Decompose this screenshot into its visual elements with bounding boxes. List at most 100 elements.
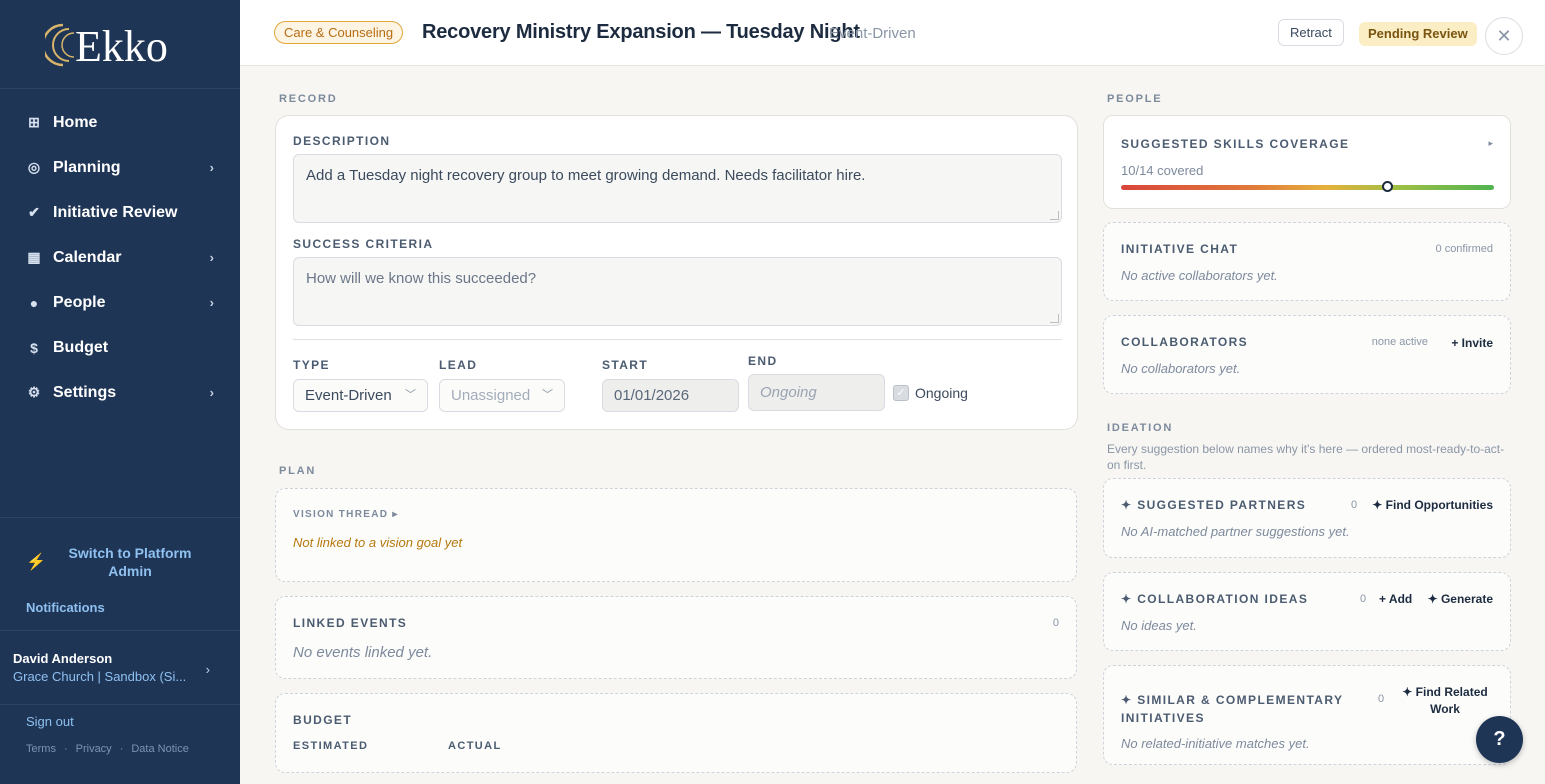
end-label: END bbox=[748, 354, 778, 368]
description-field[interactable]: Add a Tuesday night recovery group to me… bbox=[293, 154, 1062, 223]
sign-out-link[interactable]: Sign out bbox=[26, 714, 74, 729]
end-date-input[interactable]: Ongoing bbox=[748, 374, 885, 411]
sidebar-item-label: Calendar bbox=[53, 248, 122, 266]
suggested-partners-count: 0 bbox=[1351, 499, 1358, 511]
resize-handle-icon[interactable] bbox=[1050, 314, 1059, 323]
sidebar-item-calendar[interactable]: ▦ Calendar › bbox=[0, 235, 240, 280]
svg-text:Ekko: Ekko bbox=[75, 22, 168, 69]
expand-caret-icon[interactable]: ▸ bbox=[1488, 138, 1493, 149]
separator: · bbox=[119, 743, 124, 755]
end-date-placeholder: Ongoing bbox=[760, 384, 817, 401]
sidebar-item-label: People bbox=[53, 293, 106, 311]
notifications-link[interactable]: Notifications bbox=[0, 580, 240, 615]
lead-select[interactable]: Unassigned ﹀ bbox=[439, 379, 565, 412]
linked-events-label: LINKED EVENTS bbox=[293, 616, 408, 630]
linked-events-card: LINKED EVENTS 0 No events linked yet. bbox=[275, 596, 1077, 679]
success-criteria-field[interactable]: How will we know this succeeded? bbox=[293, 257, 1062, 326]
similar-initiatives-empty: No related-initiative matches yet. bbox=[1121, 736, 1310, 751]
chevron-down-icon: ﹀ bbox=[405, 389, 416, 401]
invite-button[interactable]: + Invite bbox=[1451, 336, 1493, 350]
close-button[interactable]: ✕ bbox=[1485, 17, 1523, 55]
ongoing-label: Ongoing bbox=[915, 385, 968, 401]
switch-admin-label: Switch to Platform Admin bbox=[68, 545, 192, 579]
initiative-chat-empty: No active collaborators yet. bbox=[1121, 268, 1278, 283]
skills-coverage-marker bbox=[1382, 181, 1394, 192]
skills-coverage-text: 10/14 covered bbox=[1121, 163, 1204, 178]
chevron-right-icon: › bbox=[209, 385, 214, 400]
terms-link[interactable]: Terms bbox=[26, 743, 56, 755]
collaborators-card: COLLABORATORS none active + Invite No co… bbox=[1103, 315, 1511, 394]
add-idea-button[interactable]: + Add bbox=[1379, 592, 1412, 606]
chevron-right-icon: › bbox=[205, 662, 210, 677]
collaboration-ideas-count: 0 bbox=[1360, 593, 1367, 605]
grid-icon: ⊞ bbox=[28, 114, 40, 130]
find-related-work-button[interactable]: ✦ Find Related Work bbox=[1397, 684, 1493, 718]
initiative-chat-label: INITIATIVE CHAT bbox=[1121, 242, 1239, 256]
sidebar-item-label: Settings bbox=[53, 383, 117, 401]
legal-links: Terms · Privacy · Data Notice bbox=[26, 743, 189, 755]
vision-thread-empty: Not linked to a vision goal yet bbox=[293, 535, 463, 550]
budget-label: BUDGET bbox=[293, 713, 353, 727]
type-value: Event-Driven bbox=[305, 387, 392, 404]
dollar-icon: $ bbox=[30, 339, 38, 356]
plan-section-label: PLAN bbox=[279, 465, 317, 477]
people-section-label: PEOPLE bbox=[1107, 93, 1163, 105]
check-icon: ✔ bbox=[28, 204, 40, 220]
collaborators-label: COLLABORATORS bbox=[1121, 335, 1249, 349]
page-subtitle: Event-Driven bbox=[829, 25, 916, 42]
status-badge: Pending Review bbox=[1359, 22, 1477, 46]
lead-label: LEAD bbox=[439, 358, 478, 372]
brand-logo[interactable]: Ekko bbox=[0, 0, 240, 89]
linked-events-count: 0 bbox=[1052, 617, 1059, 629]
data-notice-link[interactable]: Data Notice bbox=[131, 743, 188, 755]
page-title: Recovery Ministry Expansion — Tuesday Ni… bbox=[422, 21, 860, 43]
sidebar-item-people[interactable]: ● People › bbox=[0, 280, 240, 325]
help-button[interactable]: ? bbox=[1476, 716, 1523, 763]
switch-admin-button[interactable]: ⚡ Switch to Platform Admin bbox=[0, 518, 240, 580]
similar-initiatives-card: ✦ SIMILAR & COMPLEMENTARY INITIATIVES 0 … bbox=[1103, 665, 1511, 765]
start-date-input[interactable]: 01/01/2026 bbox=[602, 379, 739, 412]
collaborators-status: none active bbox=[1371, 336, 1428, 348]
ideation-section-label: IDEATION bbox=[1107, 422, 1174, 434]
calendar-icon: ▦ bbox=[27, 249, 41, 265]
initiative-chat-count: 0 confirmed bbox=[1435, 243, 1493, 255]
find-opportunities-button[interactable]: ✦ Find Opportunities bbox=[1372, 498, 1493, 512]
sidebar-item-home[interactable]: ⊞ Home bbox=[0, 100, 240, 145]
record-card: DESCRIPTION Add a Tuesday night recovery… bbox=[275, 115, 1078, 430]
similar-initiatives-count: 0 bbox=[1378, 693, 1385, 705]
start-date-value: 01/01/2026 bbox=[614, 387, 690, 404]
sidebar-footer: ⚡ Switch to Platform Admin Notifications bbox=[0, 517, 240, 615]
ongoing-checkbox[interactable]: ✓ bbox=[893, 385, 909, 401]
collaboration-ideas-card: ✦ COLLABORATION IDEAS 0 + Add ✦ Generate… bbox=[1103, 572, 1511, 651]
vision-thread-card: VISION THREAD ▸ Not linked to a vision g… bbox=[275, 488, 1077, 582]
sidebar-item-settings[interactable]: ⚙ Settings › bbox=[0, 370, 240, 415]
skills-coverage-label: SUGGESTED SKILLS COVERAGE bbox=[1121, 137, 1350, 151]
success-criteria-placeholder: How will we know this succeeded? bbox=[306, 270, 537, 287]
sidebar-item-label: Planning bbox=[53, 158, 121, 176]
skills-coverage-bar bbox=[1121, 185, 1494, 190]
collaboration-ideas-label: ✦ COLLABORATION IDEAS bbox=[1121, 592, 1309, 606]
sidebar-item-planning[interactable]: ◎ Planning › bbox=[0, 145, 240, 190]
sidebar-item-initiative-review[interactable]: ✔ Initiative Review bbox=[0, 190, 240, 235]
ideation-intro: Every suggestion below names why it's he… bbox=[1107, 442, 1505, 472]
vision-thread-toggle[interactable]: VISION THREAD ▸ bbox=[293, 509, 399, 520]
page-header: Care & Counseling Recovery Ministry Expa… bbox=[240, 0, 1545, 66]
sidebar-item-label: Budget bbox=[53, 338, 109, 356]
type-label: TYPE bbox=[293, 358, 330, 372]
sidebar-item-label: Home bbox=[53, 113, 98, 131]
similar-initiatives-label: ✦ SIMILAR & COMPLEMENTARY INITIATIVES bbox=[1121, 693, 1344, 725]
skills-coverage-card[interactable]: SUGGESTED SKILLS COVERAGE ▸ 10/14 covere… bbox=[1103, 115, 1511, 209]
success-criteria-label: SUCCESS CRITERIA bbox=[293, 237, 434, 251]
estimated-label: ESTIMATED bbox=[293, 740, 369, 752]
record-section-label: RECORD bbox=[279, 93, 338, 105]
description-label: DESCRIPTION bbox=[293, 134, 391, 148]
suggested-partners-empty: No AI-matched partner suggestions yet. bbox=[1121, 524, 1350, 539]
resize-handle-icon[interactable] bbox=[1050, 211, 1059, 220]
type-select[interactable]: Event-Driven ﹀ bbox=[293, 379, 428, 412]
privacy-link[interactable]: Privacy bbox=[76, 743, 112, 755]
generate-ideas-button[interactable]: ✦ Generate bbox=[1428, 592, 1493, 606]
retract-button[interactable]: Retract bbox=[1278, 19, 1344, 46]
user-menu[interactable]: David Anderson Grace Church | Sandbox (S… bbox=[0, 630, 240, 705]
sidebar-item-budget[interactable]: $ Budget bbox=[0, 325, 240, 370]
linked-events-empty: No events linked yet. bbox=[293, 644, 433, 661]
